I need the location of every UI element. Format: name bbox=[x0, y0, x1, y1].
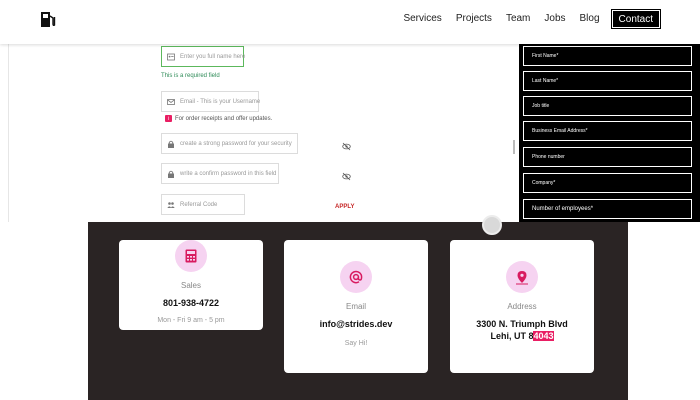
contact-section: Sales 801-938-4722 Mon - Fri 9 am - 5 pm… bbox=[88, 222, 628, 400]
nav-link-services[interactable]: Services bbox=[396, 10, 448, 28]
top-navbar: Services Projects Team Jobs Blog Contact bbox=[0, 0, 700, 44]
company-input[interactable]: Company* bbox=[523, 173, 692, 193]
address-card: Address 3300 N. Triumph Blvd Lehi, UT 84… bbox=[450, 240, 594, 373]
confirm-password-field[interactable]: write a confirm password in this field bbox=[161, 163, 279, 184]
nav-link-projects[interactable]: Projects bbox=[449, 10, 499, 28]
info-icon: i bbox=[165, 115, 172, 122]
address-icon-circle bbox=[506, 261, 538, 293]
job-title-input[interactable]: Job title bbox=[523, 96, 692, 116]
business-email-input[interactable]: Business Email Address* bbox=[523, 121, 692, 141]
sales-card: Sales 801-938-4722 Mon - Fri 9 am - 5 pm bbox=[119, 240, 263, 330]
map-pin-icon bbox=[516, 270, 528, 284]
address-line-2: Lehi, UT 84043 bbox=[476, 330, 568, 342]
address-line-1: 3300 N. Triumph Blvd bbox=[476, 319, 568, 329]
nav-link-jobs[interactable]: Jobs bbox=[537, 10, 572, 28]
id-card-icon bbox=[167, 53, 175, 60]
phone-number-input[interactable]: Phone number bbox=[523, 147, 692, 167]
address-value[interactable]: 3300 N. Triumph Blvd Lehi, UT 84043 bbox=[476, 318, 568, 342]
scrollbar-handle[interactable] bbox=[513, 140, 515, 154]
nav-contact-button[interactable]: Contact bbox=[610, 9, 662, 29]
password-placeholder: create a strong password for your securi… bbox=[180, 140, 292, 147]
address-highlight: 4043 bbox=[533, 331, 554, 341]
lock-icon bbox=[168, 170, 174, 178]
email-info-text: For order receipts and offer updates. bbox=[175, 115, 273, 122]
eye-off-icon[interactable] bbox=[342, 172, 351, 181]
required-field-note: This is a required field bbox=[161, 73, 220, 79]
eye-off-icon[interactable] bbox=[342, 142, 351, 151]
email-icon-circle bbox=[340, 261, 372, 293]
full-name-field[interactable]: Enter you full name here bbox=[161, 46, 246, 67]
lead-form-panel: First Name* Last Name* Job title Busines… bbox=[519, 44, 700, 222]
full-name-placeholder: Enter you full name here bbox=[180, 53, 246, 60]
address-label: Address bbox=[507, 302, 537, 311]
last-name-input[interactable]: Last Name* bbox=[523, 71, 692, 91]
email-label: Email bbox=[345, 302, 366, 311]
nav-link-blog[interactable]: Blog bbox=[573, 10, 607, 28]
sales-hours: Mon - Fri 9 am - 5 pm bbox=[157, 317, 225, 324]
fuel-pump-icon[interactable] bbox=[40, 10, 56, 28]
email-card: Email info@strides.dev Say Hi! bbox=[284, 240, 428, 373]
email-address[interactable]: info@strides.dev bbox=[320, 318, 393, 330]
floating-chat-button[interactable] bbox=[482, 215, 502, 235]
email-placeholder: Email - This is your Username bbox=[180, 98, 261, 105]
first-name-input[interactable]: First Name* bbox=[523, 46, 692, 66]
referral-code-field[interactable]: Referral Code bbox=[161, 194, 245, 215]
calculator-icon bbox=[185, 249, 197, 263]
apply-referral-button[interactable]: APPLY bbox=[335, 204, 354, 210]
at-sign-icon bbox=[349, 270, 363, 284]
mail-icon bbox=[167, 98, 175, 105]
sales-label: Sales bbox=[180, 281, 201, 290]
nav-links: Services Projects Team Jobs Blog Contact bbox=[396, 9, 662, 29]
referral-placeholder: Referral Code bbox=[180, 201, 218, 208]
sales-phone[interactable]: 801-938-4722 bbox=[163, 297, 219, 309]
confirm-password-placeholder: write a confirm password in this field bbox=[180, 170, 277, 177]
email-info-note: i For order receipts and offer updates. bbox=[165, 115, 272, 122]
password-field[interactable]: create a strong password for your securi… bbox=[161, 133, 298, 154]
email-field[interactable]: Email - This is your Username bbox=[161, 91, 261, 112]
address-line-2-text: Lehi, UT 8 bbox=[490, 331, 534, 341]
email-sub: Say Hi! bbox=[344, 340, 368, 347]
users-icon bbox=[167, 201, 175, 208]
employees-input[interactable]: Number of employees* bbox=[523, 199, 692, 219]
nav-link-team[interactable]: Team bbox=[499, 10, 537, 28]
sales-icon-circle bbox=[175, 240, 207, 272]
lock-icon bbox=[168, 140, 174, 148]
